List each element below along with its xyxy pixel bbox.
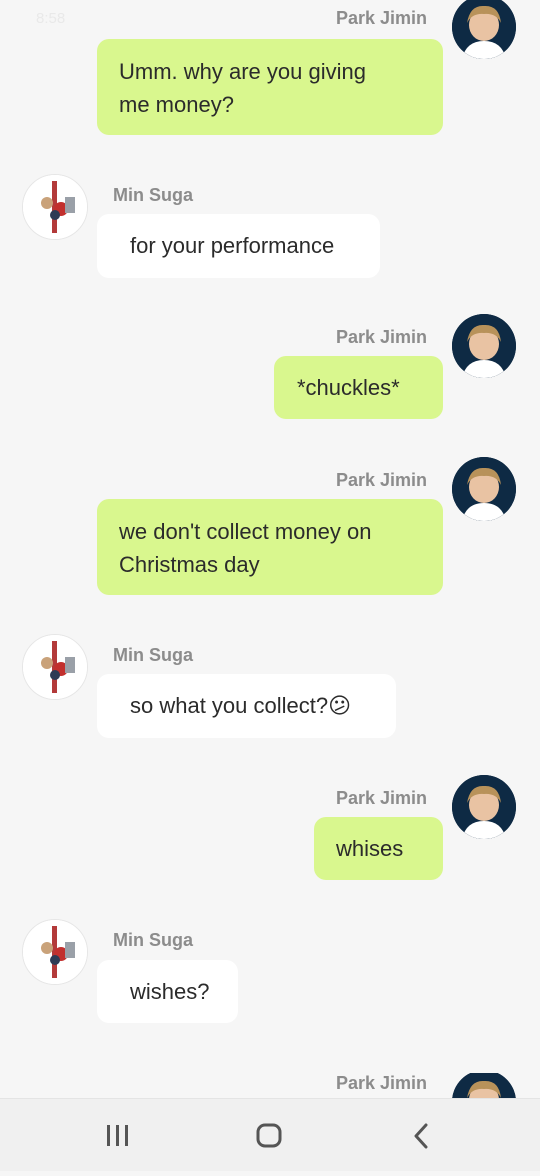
navigation-bar	[0, 1098, 540, 1171]
message-text-line: so what you collect?😕	[130, 693, 352, 718]
avatar-jimin-image	[452, 775, 516, 839]
message-7: Min Suga wishes?	[0, 919, 540, 1025]
avatar-jimin-image	[452, 1073, 516, 1098]
message-4: Park Jimin we don't collect money on Chr…	[0, 457, 540, 600]
back-button[interactable]	[380, 1099, 460, 1171]
avatar-jimin[interactable]	[452, 1073, 516, 1098]
message-6: Park Jimin whises	[0, 775, 540, 883]
message-bubble[interactable]: *chuckles*	[274, 356, 443, 419]
sender-name: Park Jimin	[335, 788, 427, 808]
message-text-line: me money?	[119, 92, 234, 117]
avatar-jimin[interactable]	[452, 0, 516, 59]
sender-name: Min Suga	[113, 645, 193, 665]
message-1: Park Jimin Umm. why are you giving me mo…	[0, 0, 540, 138]
home-button[interactable]	[229, 1099, 309, 1171]
avatar-suga-image	[23, 175, 87, 239]
sender-name: Park Jimin	[335, 1073, 427, 1093]
sender-name: Park Jimin	[335, 8, 427, 28]
avatar-suga[interactable]	[22, 634, 88, 700]
avatar-suga[interactable]	[22, 919, 88, 985]
message-text-line: for your performance	[130, 233, 335, 258]
avatar-jimin[interactable]	[452, 314, 516, 378]
message-2: Min Suga for your performance	[0, 174, 540, 280]
sender-name: Park Jimin	[335, 470, 427, 490]
back-icon	[414, 1123, 428, 1149]
message-text-line: whises	[336, 836, 404, 861]
avatar-suga-image	[23, 920, 87, 984]
message-text-line: *chuckles*	[297, 375, 400, 400]
avatar-jimin[interactable]	[452, 775, 516, 839]
avatar-suga[interactable]	[22, 174, 88, 240]
message-bubble[interactable]: whises	[314, 817, 443, 880]
message-text-line: Umm. why are you giving	[119, 59, 366, 84]
avatar-jimin[interactable]	[452, 457, 516, 521]
message-8: Park Jimin	[0, 1073, 540, 1098]
message-text-line: wishes?	[130, 979, 210, 1004]
message-bubble[interactable]: we don't collect money on Christmas day	[97, 499, 443, 595]
sender-name: Min Suga	[113, 930, 193, 950]
recent-apps-icon	[107, 1125, 128, 1146]
avatar-suga-image	[23, 635, 87, 699]
message-bubble[interactable]: wishes?	[97, 960, 238, 1023]
avatar-jimin-image	[452, 457, 516, 521]
message-5: Min Suga so what you collect?😕	[0, 634, 540, 740]
avatar-jimin-image	[452, 314, 516, 378]
message-text-line: we don't collect money on	[119, 519, 372, 544]
home-icon	[256, 1123, 282, 1148]
sender-name: Min Suga	[113, 185, 193, 205]
message-bubble[interactable]: Umm. why are you giving me money?	[97, 39, 443, 135]
message-3: Park Jimin *chuckles*	[0, 314, 540, 422]
recent-apps-button[interactable]	[78, 1099, 158, 1171]
message-bubble[interactable]: so what you collect?😕	[97, 674, 396, 738]
message-bubble[interactable]: for your performance	[97, 214, 380, 278]
sender-name: Park Jimin	[335, 327, 427, 347]
message-text-line: Christmas day	[119, 552, 260, 577]
avatar-jimin-image	[452, 0, 516, 59]
